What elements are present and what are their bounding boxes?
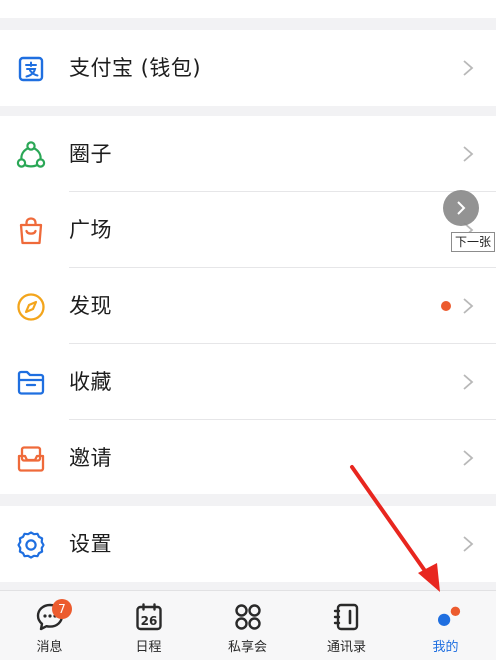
- unread-badge: 7: [52, 599, 72, 619]
- tab-calendar[interactable]: 26 日程: [99, 591, 198, 660]
- menu-row-alipay[interactable]: 支付宝 (钱包): [0, 30, 496, 106]
- menu-label-alipay: 支付宝 (钱包): [69, 56, 202, 80]
- chevron-right-icon: [463, 146, 474, 162]
- menu-row-discover[interactable]: 发现: [0, 268, 496, 344]
- main-menu-section: 圈子 广场 发现 收藏 邀请: [0, 116, 496, 494]
- menu-label-favorites: 收藏: [69, 370, 112, 394]
- menu-row-circle[interactable]: 圈子: [0, 116, 496, 192]
- chevron-right-icon: [463, 374, 474, 390]
- compass-icon: [15, 291, 47, 323]
- next-image-button[interactable]: [443, 190, 479, 226]
- bottom-tab-bar: 7 消息 26 日程 私享会 通讯录 我的: [0, 590, 496, 660]
- chevron-right-icon: [463, 536, 474, 552]
- new-content-dot: [441, 301, 451, 311]
- chevron-right-icon: [463, 298, 474, 314]
- chevron-right-icon: [463, 450, 474, 466]
- profile-dot-icon: [430, 601, 462, 633]
- menu-row-favorites[interactable]: 收藏: [0, 344, 496, 420]
- tab-label-contacts: 通讯录: [326, 640, 366, 655]
- tab-messages[interactable]: 7 消息: [0, 591, 99, 660]
- menu-label-invite: 邀请: [69, 446, 112, 470]
- chevron-right-icon: [457, 201, 466, 215]
- tab-label-club: 私享会: [227, 640, 267, 655]
- circle-network-icon: [15, 139, 47, 171]
- shopping-bag-icon: [15, 215, 47, 247]
- tab-label-me: 我的: [432, 640, 459, 655]
- calendar-icon: 26: [133, 601, 165, 633]
- menu-row-invite[interactable]: 邀请: [0, 420, 496, 496]
- menu-label-settings: 设置: [69, 532, 112, 556]
- menu-row-square[interactable]: 广场: [0, 192, 496, 268]
- next-image-tooltip: 下一张: [451, 232, 496, 252]
- tab-contacts[interactable]: 通讯录: [297, 591, 396, 660]
- tab-label-calendar: 日程: [135, 640, 162, 655]
- tab-me[interactable]: 我的: [396, 591, 495, 660]
- gear-icon: [15, 529, 47, 561]
- calendar-date: 26: [140, 614, 157, 628]
- chevron-right-icon: [463, 60, 474, 76]
- tab-club[interactable]: 私享会: [198, 591, 297, 660]
- settings-section: 设置: [0, 506, 496, 582]
- top-section-edge: [0, 0, 496, 18]
- alipay-icon: [15, 53, 47, 85]
- folder-icon: [15, 367, 47, 399]
- alipay-section: 支付宝 (钱包): [0, 30, 496, 106]
- address-book-icon: [331, 601, 363, 633]
- menu-label-circle: 圈子: [69, 142, 112, 166]
- menu-label-square: 广场: [69, 218, 112, 242]
- tab-label-messages: 消息: [36, 640, 63, 655]
- grid-circles-icon: [232, 601, 264, 633]
- menu-row-settings[interactable]: 设置: [0, 506, 496, 582]
- menu-label-discover: 发现: [69, 294, 112, 318]
- invite-icon: [15, 443, 47, 475]
